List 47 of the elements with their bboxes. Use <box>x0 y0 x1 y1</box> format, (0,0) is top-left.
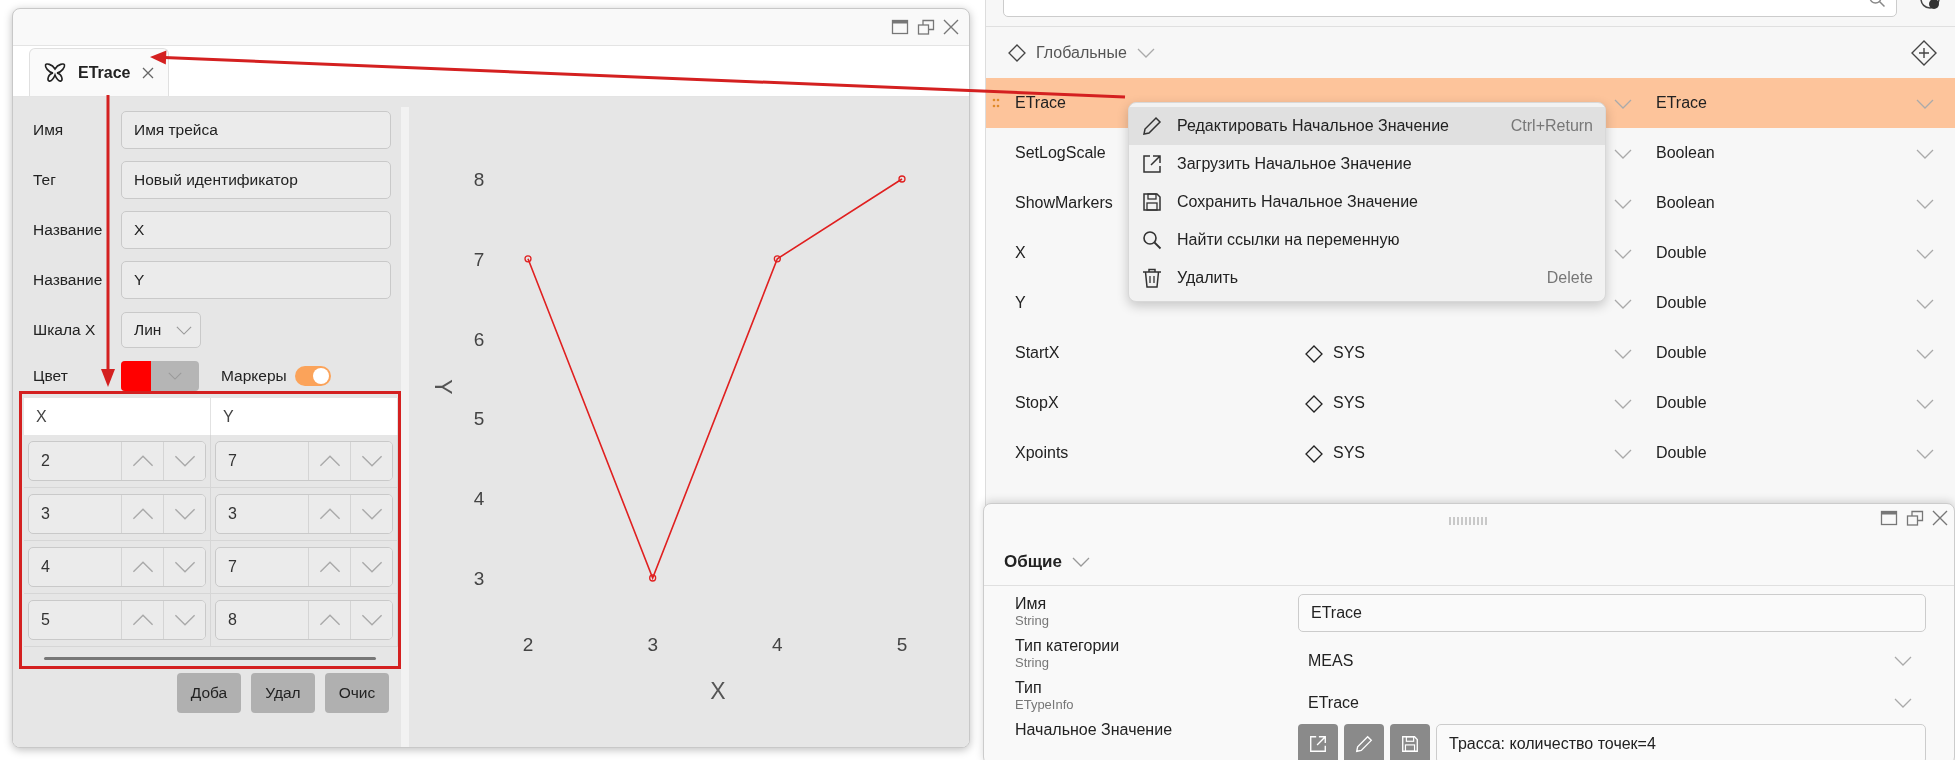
type-value: ETrace <box>1656 93 1707 113</box>
axis-title: X <box>710 678 726 704</box>
variable-name: Xpoints <box>1015 443 1069 463</box>
column-header: Y <box>211 398 398 435</box>
axis-tick-label: 4 <box>473 488 485 510</box>
axis-tick-label: 8 <box>473 169 485 190</box>
axis-tick-label: 5 <box>473 408 485 430</box>
field-label: Тег <box>32 170 57 191</box>
variable-name: ShowMarkers <box>1015 193 1113 213</box>
type-value: Double <box>1656 343 1707 363</box>
axis-tick-label: 5 <box>896 634 908 655</box>
axis-tick-label: 2 <box>522 634 534 655</box>
axis-tick-label: 3 <box>473 568 485 589</box>
type-value: Double <box>1656 393 1707 413</box>
variable-name: X <box>1015 243 1026 263</box>
property-type: ETypeInfo <box>1015 697 1075 712</box>
property-type: String <box>1015 613 1050 628</box>
field-label: Название <box>32 270 104 291</box>
property-label: Имя <box>1015 594 1048 613</box>
type-value: Double <box>1656 243 1707 263</box>
type-value: Double <box>1656 443 1707 463</box>
axis-title: Y <box>430 379 456 395</box>
axis-tick-label: 6 <box>473 328 485 350</box>
category-value: SYS <box>1333 394 1365 411</box>
variable-name: StartX <box>1015 343 1060 363</box>
type-value: Boolean <box>1656 193 1715 213</box>
type-value: Double <box>1656 293 1707 313</box>
axis-tick-label: 4 <box>772 634 783 655</box>
category-value: SYS <box>1333 344 1365 361</box>
property-label: Начальное Значение <box>1015 720 1174 739</box>
field-label: Шкала X <box>32 320 97 341</box>
field-label: Название <box>32 220 104 241</box>
axis-tick-label: 7 <box>473 248 485 270</box>
field-label: Цвет <box>32 366 69 387</box>
property-type: String <box>1015 655 1050 670</box>
property-label: Тип <box>1015 678 1043 697</box>
field-label: Маркеры <box>221 366 287 387</box>
field-label: Имя <box>32 120 65 141</box>
variable-name: ETrace <box>1015 93 1066 113</box>
variable-name: Y <box>1015 293 1026 313</box>
variable-name: StopX <box>1015 393 1059 413</box>
axis-tick-label: 3 <box>647 634 658 655</box>
variable-name: SetLogScale <box>1015 143 1106 163</box>
column-header: X <box>24 398 211 435</box>
category-value: SYS <box>1333 444 1365 461</box>
property-label: Тип категории <box>1015 636 1121 655</box>
type-value: Boolean <box>1656 143 1715 163</box>
